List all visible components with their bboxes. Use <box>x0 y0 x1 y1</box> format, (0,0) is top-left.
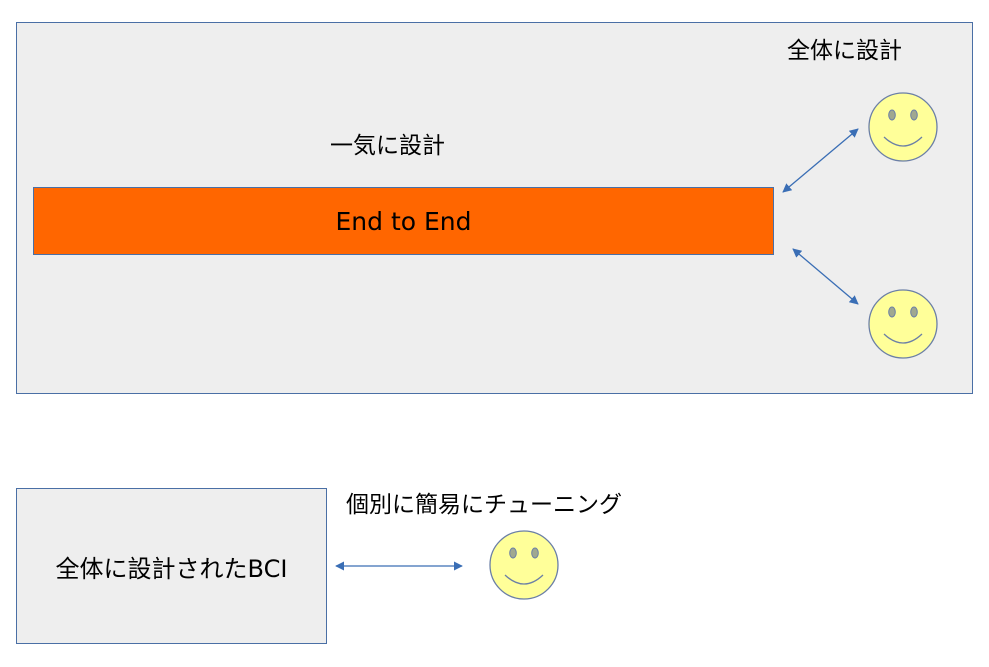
design-whole-label: 全体に設計 <box>787 38 902 64</box>
end-to-end-label: End to End <box>335 206 472 236</box>
design-at-once-label: 一気に設計 <box>330 133 445 159</box>
bci-panel: 全体に設計されたBCI <box>16 488 327 644</box>
end-to-end-bar: End to End <box>33 187 774 255</box>
smiley-face-icon <box>489 530 559 600</box>
tuning-label: 個別に簡易にチューニング <box>346 492 622 518</box>
bci-panel-label: 全体に設計されたBCI <box>55 554 288 583</box>
